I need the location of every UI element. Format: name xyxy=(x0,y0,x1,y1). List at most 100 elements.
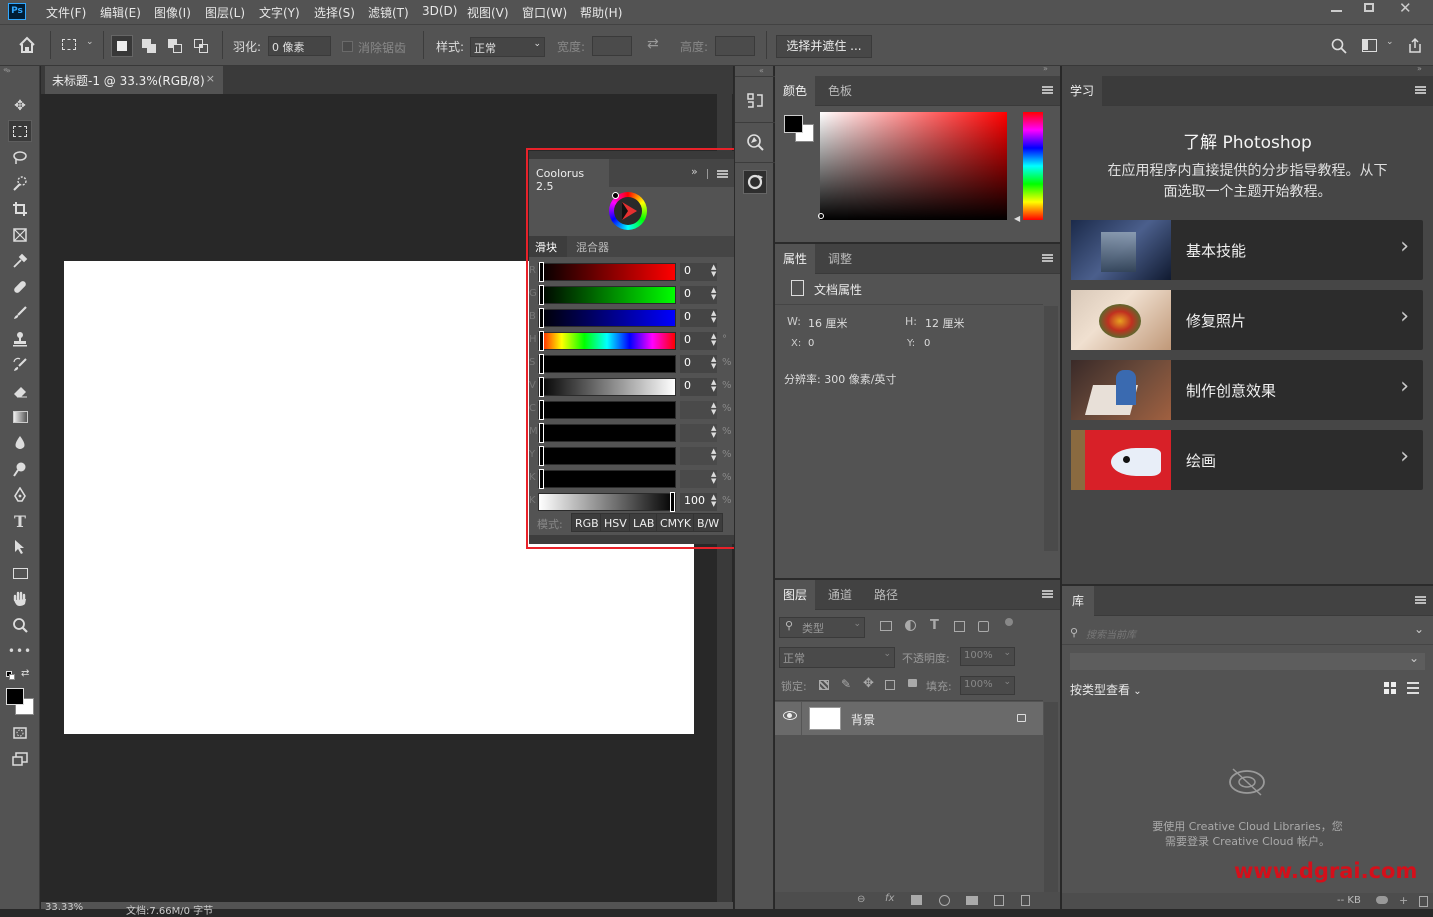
lock-pixels-icon[interactable]: ✎ xyxy=(841,677,851,691)
eraser-tool-icon[interactable] xyxy=(8,380,32,402)
menu-3d[interactable]: 3D(D) xyxy=(422,4,457,18)
search-icon[interactable] xyxy=(1331,38,1347,54)
menu-layer[interactable]: 图层(L) xyxy=(205,4,245,21)
tab-color[interactable]: 颜色 xyxy=(775,76,816,106)
clone-stamp-tool-icon[interactable] xyxy=(8,328,32,350)
delete-icon[interactable] xyxy=(1419,896,1428,907)
x-value[interactable]: 0 xyxy=(808,338,814,349)
hue-slider[interactable] xyxy=(1023,112,1043,220)
fx-icon[interactable]: fx xyxy=(885,893,894,904)
swap-dimensions-icon[interactable]: ⇄ xyxy=(647,36,659,52)
antialias-checkbox[interactable] xyxy=(342,41,353,52)
properties-scrollbar[interactable] xyxy=(1044,306,1058,551)
collapse-arrows-icon[interactable]: « xyxy=(759,66,764,75)
lock-artboard-icon[interactable] xyxy=(885,680,895,690)
intersect-selection-icon[interactable] xyxy=(194,39,208,53)
menu-image[interactable]: 图像(I) xyxy=(154,4,191,21)
menu-type[interactable]: 文字(Y) xyxy=(259,4,300,21)
panel-menu-icon[interactable] xyxy=(1042,590,1053,598)
menu-select[interactable]: 选择(S) xyxy=(314,4,355,21)
menu-file[interactable]: 文件(F) xyxy=(46,4,86,21)
quick-selection-tool-icon[interactable] xyxy=(8,172,32,194)
tab-layers[interactable]: 图层 xyxy=(775,580,816,610)
collapse-arrows-icon[interactable]: « xyxy=(3,65,8,74)
view-by-dropdown[interactable]: 按类型查看 ⌄ xyxy=(1070,681,1142,698)
width-input[interactable] xyxy=(592,36,632,56)
new-selection-icon[interactable] xyxy=(111,35,133,57)
y-value[interactable]: 0 xyxy=(924,338,930,349)
chevron-down-icon[interactable]: ⌄ xyxy=(1386,37,1394,47)
move-tool-icon[interactable]: ✥ xyxy=(8,95,32,117)
tab-properties[interactable]: 属性 xyxy=(775,244,816,274)
tab-paths[interactable]: 路径 xyxy=(866,580,906,610)
panel-menu-icon[interactable] xyxy=(1415,86,1426,94)
color-field[interactable] xyxy=(820,112,1007,220)
feather-input[interactable]: 0 像素 xyxy=(268,36,331,56)
minimize-icon[interactable] xyxy=(1331,10,1342,12)
select-and-mask-button[interactable]: 选择并遮住 ... xyxy=(776,35,872,58)
lock-all-icon[interactable] xyxy=(908,679,917,687)
layer-name[interactable]: 背景 xyxy=(851,711,875,728)
restore-icon[interactable] xyxy=(1364,3,1374,12)
menu-view[interactable]: 视图(V) xyxy=(467,4,509,21)
new-layer-icon[interactable] xyxy=(994,895,1004,906)
filter-toggle-icon[interactable] xyxy=(1005,618,1013,626)
learn-card-painting[interactable]: 绘画 › xyxy=(1071,430,1423,490)
swap-colors-icon[interactable]: ⇄ xyxy=(21,668,29,679)
tab-swatches[interactable]: 色板 xyxy=(820,76,860,106)
opacity-input[interactable]: 100% ⌄ xyxy=(960,647,1015,666)
tab-channels[interactable]: 通道 xyxy=(820,580,860,610)
filter-shape-icon[interactable] xyxy=(954,621,965,632)
gradient-tool-icon[interactable] xyxy=(8,406,32,428)
chevron-down-icon[interactable]: ⌄ xyxy=(1414,622,1424,636)
workspace-icon[interactable] xyxy=(1362,39,1377,52)
new-group-icon[interactable] xyxy=(966,896,978,905)
fill-input[interactable]: 100% ⌄ xyxy=(960,676,1015,695)
style-select[interactable]: 正常 ⌄ xyxy=(470,37,545,57)
learn-card-fix-photos[interactable]: 修复照片 › xyxy=(1071,290,1423,350)
brush-tool-icon[interactable] xyxy=(8,302,32,324)
path-selection-tool-icon[interactable] xyxy=(8,536,32,558)
collapse-arrows-icon[interactable]: » xyxy=(1417,64,1422,73)
home-icon[interactable] xyxy=(17,35,37,55)
screen-mode-icon[interactable] xyxy=(8,748,32,770)
frame-tool-icon[interactable] xyxy=(8,224,32,246)
tab-learn[interactable]: 学习 xyxy=(1062,76,1103,106)
menu-filter[interactable]: 滤镜(T) xyxy=(368,4,409,21)
coolorus-panel-icon[interactable] xyxy=(743,170,767,194)
menu-edit[interactable]: 编辑(E) xyxy=(100,4,141,21)
marquee-tool-preset-icon[interactable] xyxy=(62,39,76,50)
layer-row[interactable]: 背景 xyxy=(775,702,1043,735)
cloud-sync-icon[interactable] xyxy=(1376,896,1388,904)
library-search-input[interactable]: 搜索当前库 xyxy=(1086,626,1136,641)
grid-view-icon[interactable] xyxy=(1384,682,1396,694)
height-value[interactable]: 12 厘米 xyxy=(925,315,965,331)
add-element-icon[interactable]: + xyxy=(1399,894,1408,907)
layers-scrollbar[interactable] xyxy=(1044,702,1058,892)
type-tool-icon[interactable]: T xyxy=(8,510,32,532)
zoom-tool-icon[interactable] xyxy=(8,614,32,636)
pen-tool-icon[interactable] xyxy=(8,484,32,506)
filter-adjustment-icon[interactable] xyxy=(905,620,916,631)
navigator-panel-icon[interactable] xyxy=(745,132,765,152)
height-input[interactable] xyxy=(715,36,755,56)
rectangular-marquee-tool-icon[interactable] xyxy=(8,120,32,142)
learn-card-basic-skills[interactable]: 基本技能 › xyxy=(1071,220,1423,280)
panel-menu-icon[interactable] xyxy=(1042,86,1053,94)
share-icon[interactable] xyxy=(1407,37,1423,53)
dodge-tool-icon[interactable] xyxy=(8,458,32,480)
delete-layer-icon[interactable] xyxy=(1021,895,1030,906)
healing-brush-tool-icon[interactable] xyxy=(8,276,32,298)
collapse-arrows-icon[interactable]: » xyxy=(1043,64,1048,73)
add-selection-icon[interactable] xyxy=(142,39,156,53)
subtract-selection-icon[interactable] xyxy=(168,39,182,53)
close-icon[interactable]: ✕ xyxy=(1399,0,1412,17)
menu-window[interactable]: 窗口(W) xyxy=(522,4,567,21)
more-tools-icon[interactable]: ••• xyxy=(8,640,32,662)
hue-slider-handle[interactable]: ◀ xyxy=(1014,214,1020,223)
width-value[interactable]: 16 厘米 xyxy=(808,315,848,331)
zoom-level[interactable]: 33.33% xyxy=(45,902,83,913)
crop-tool-icon[interactable] xyxy=(8,198,32,220)
lock-transparent-icon[interactable] xyxy=(819,680,829,690)
panel-menu-icon[interactable] xyxy=(1415,596,1426,604)
